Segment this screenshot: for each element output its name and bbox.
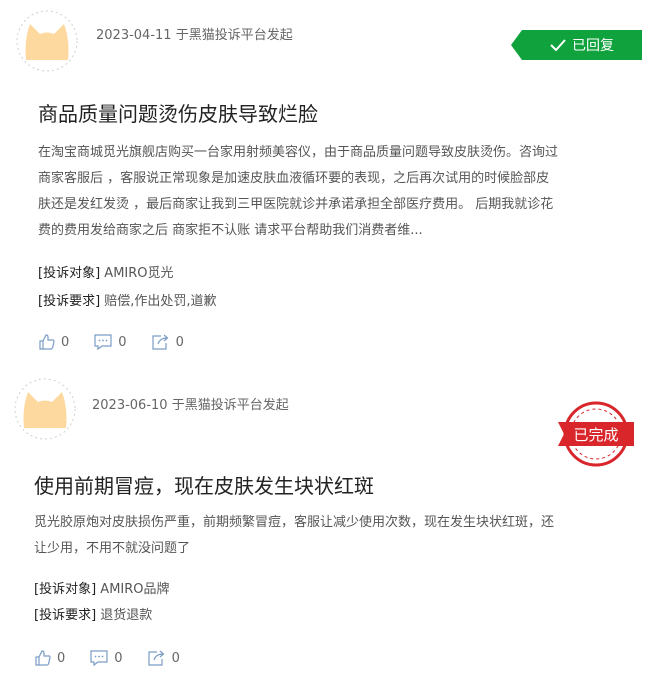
complaint-date: 2023-04-11 [96,28,172,43]
description-line: 肤还是发红发烫 ，最后商家让我到三甲医院就诊并承诺承担全部医疗费用。 后期我就诊… [38,197,554,212]
complaint-title[interactable]: 使用前期冒痘，现在皮肤发生块状红斑 [34,470,374,499]
request-value: 退货退款 [100,608,153,623]
complaint-card[interactable]: 2023-04-11 于黑猫投诉平台发起 已回复 商品质量问题烫伤皮肤导致烂脸 … [0,0,665,370]
share-button[interactable]: 0 [151,333,184,351]
description-line: 费的费用发给商家之后 商家拒不认账 请求平台帮助我们消费者维... [38,223,423,238]
share-icon [151,334,168,350]
complaint-source: 于黑猫投诉平台发起 [171,398,289,413]
request-key: [投诉要求] [34,608,97,623]
action-bar: 0 0 0 [34,649,204,667]
thumbs-up-icon [39,334,55,350]
description-line: 觅光胶原炮对皮肤损伤严重，前期频繁冒痘，客服让减少使用次数，现在发生块状红斑，还 [34,515,555,530]
request-value: 赔偿,作出处罚,道歉 [104,294,217,309]
complaint-request: [投诉要求] 赔偿,作出处罚,道歉 [38,290,217,309]
comment-button[interactable]: 0 [89,649,123,667]
cat-avatar-icon [14,378,76,440]
thumbs-up-icon [35,650,51,666]
request-key: [投诉要求] [38,294,101,309]
share-icon [147,650,164,666]
object-key: [投诉对象] [34,582,97,597]
cat-avatar-icon [16,10,78,72]
completed-stamp-icon: 已完成 [558,401,634,467]
check-icon [550,39,566,51]
complaint-description: 在淘宝商城觅光旗舰店购买一台家用射频美容仪，由于商品质量问题导致皮肤烫伤。咨询过… [38,140,638,244]
like-count: 0 [57,650,66,666]
comment-count: 0 [114,650,123,666]
comment-icon [90,650,108,667]
comment-icon [94,334,112,351]
description-line: 商家客服后 ，客服说正常现象是加速皮肤血液循环要的表现，之后再次试用的时候脸部皮 [38,171,550,186]
complaint-meta: 2023-06-10 于黑猫投诉平台发起 [92,394,289,413]
like-button[interactable]: 0 [38,333,69,351]
complaint-request: [投诉要求] 退货退款 [34,604,152,623]
complaint-title[interactable]: 商品质量问题烫伤皮肤导致烂脸 [38,98,318,127]
description-line: 让少用，不用不就没问题了 [34,541,191,556]
object-value: AMIRO觅光 [104,266,174,281]
share-count: 0 [175,334,184,350]
complaint-object: [投诉对象] AMIRO觅光 [38,262,174,281]
like-button[interactable]: 0 [34,649,65,667]
complaint-meta: 2023-04-11 于黑猫投诉平台发起 [96,24,293,43]
complaint-source: 于黑猫投诉平台发起 [175,28,293,43]
share-count: 0 [171,650,180,666]
object-value: AMIRO品牌 [100,582,170,597]
stamp-label: 已完成 [573,426,618,444]
complaint-description: 觅光胶原炮对皮肤损伤严重，前期频繁冒痘，客服让减少使用次数，现在发生块状红斑，还… [34,510,634,562]
comment-count: 0 [118,334,127,350]
complaint-object: [投诉对象] AMIRO品牌 [34,578,170,597]
like-count: 0 [61,334,70,350]
share-button[interactable]: 0 [147,649,180,667]
status-label: 已回复 [572,38,614,54]
object-key: [投诉对象] [38,266,101,281]
comment-button[interactable]: 0 [93,333,127,351]
action-bar: 0 0 0 [38,333,208,351]
description-line: 在淘宝商城觅光旗舰店购买一台家用射频美容仪，由于商品质量问题导致皮肤烫伤。咨询过 [38,145,559,160]
status-badge: 已回复 [511,30,642,60]
complaint-date: 2023-06-10 [92,398,168,413]
